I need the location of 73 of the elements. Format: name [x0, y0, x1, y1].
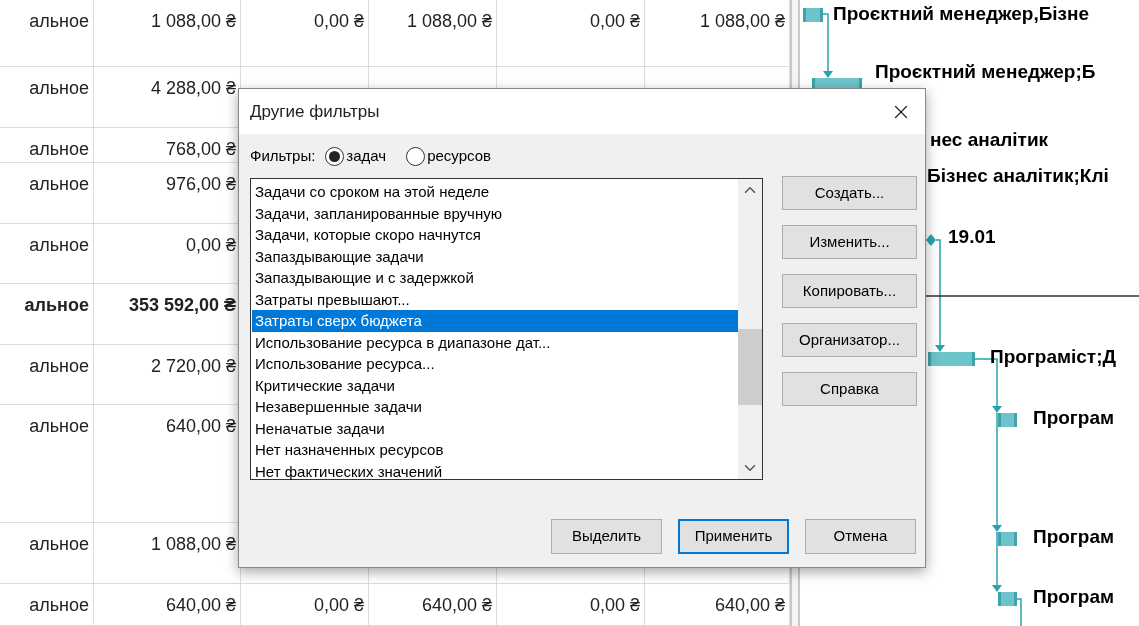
dialog-button[interactable]: Отмена [805, 519, 916, 554]
filter-item[interactable]: Использование ресурса... [252, 353, 738, 375]
table-cell-text: 1 088,00 ₴ [699, 10, 785, 33]
task-label: Бізнес аналітик;Клі [927, 164, 1109, 188]
filter-item[interactable]: Нет назначенных ресурсов [252, 439, 738, 461]
table-cell-text: альное [29, 10, 89, 33]
table-cell-text: альное [29, 415, 89, 438]
table-cell-text: альное [29, 173, 89, 196]
table-cell-text: альное [29, 77, 89, 100]
filter-item[interactable]: Запаздывающие и с задержкой [252, 267, 738, 289]
task-label: Проєктний менеджер;Б [875, 60, 1096, 84]
dialog-button[interactable]: Применить [678, 519, 789, 554]
table-cell-text: 1 088,00 ₴ [406, 10, 492, 33]
table-cell-text: 0,00 ₴ [313, 594, 364, 617]
table-cell-text: альное [29, 533, 89, 556]
filter-item[interactable]: Задачи, которые скоро начнутся [252, 224, 738, 246]
table-cell-text: 640,00 ₴ [165, 415, 236, 438]
task-bar [998, 413, 1017, 427]
table-cell-text: альное [29, 355, 89, 378]
task-bar [998, 592, 1017, 606]
table-cell-text: 0,00 ₴ [313, 10, 364, 33]
task-label: Програм [1033, 525, 1114, 549]
filter-item[interactable]: Задачи, запланированные вручную [252, 202, 738, 224]
table-cell-text: 2 720,00 ₴ [150, 355, 236, 378]
table-cell-text: 1 088,00 ₴ [150, 533, 236, 556]
task-label: нес аналітик [930, 128, 1049, 152]
task-bar [928, 352, 975, 366]
task-label: Програм [1033, 585, 1114, 609]
dialog-title: Другие фильтры [250, 100, 380, 123]
table-cell-text: альное [29, 594, 89, 617]
table-cell-text: 0,00 ₴ [589, 10, 640, 33]
table-cell-text: 0,00 ₴ [589, 594, 640, 617]
filter-item[interactable]: Использование ресурса в диапазоне дат... [252, 331, 738, 353]
table-cell-text: альное [29, 234, 89, 257]
table-cell-text: альное [24, 294, 89, 317]
connector-arrow [822, 13, 833, 78]
scrollbar[interactable] [738, 179, 762, 479]
dialog-button[interactable]: Выделить [551, 519, 662, 554]
task-label: Проєктний менеджер,Бізне [833, 2, 1090, 26]
table-cell-text: 1 088,00 ₴ [150, 10, 236, 33]
filter-item[interactable]: Нет фактических значений [252, 460, 738, 482]
filter-item[interactable]: Незавершенные задачи [252, 396, 738, 418]
dialog-button[interactable]: Изменить... [782, 225, 917, 259]
task-bar [803, 8, 823, 22]
task-label: Програміст;Д [990, 345, 1117, 369]
filter-item[interactable]: Критические задачи [252, 374, 738, 396]
task-bar [998, 532, 1017, 546]
connector-line [1016, 598, 1022, 626]
filter-item[interactable]: Неначатые задачи [252, 417, 738, 439]
table-cell-text: 353 592,00 ₴ [128, 294, 236, 317]
table-cell-text: 640,00 ₴ [714, 594, 785, 617]
filter-item[interactable]: Запаздывающие задачи [252, 245, 738, 267]
scroll-thumb[interactable] [738, 329, 762, 405]
filter-type-radio[interactable]: ресурсов [406, 144, 491, 168]
table-cell-text: 4 288,00 ₴ [150, 77, 236, 100]
table-cell-text: 976,00 ₴ [165, 173, 236, 196]
table-cell-text: 768,00 ₴ [165, 138, 236, 161]
filter-item[interactable]: Задачи со сроком на этой неделе [252, 181, 738, 203]
task-label: 19.01 [948, 225, 996, 249]
table-cell-text: 640,00 ₴ [421, 594, 492, 617]
filters-label: Фильтры: [250, 145, 316, 166]
task-label: Програм [1033, 406, 1114, 430]
table-cell-text: 0,00 ₴ [185, 234, 236, 257]
dialog-button[interactable]: Справка [782, 372, 917, 406]
dialog-button[interactable]: Организатор... [782, 323, 917, 357]
filter-item[interactable]: Затраты превышают... [252, 288, 738, 310]
filter-type-radio[interactable]: задач [325, 144, 387, 168]
table-cell-text: альное [29, 138, 89, 161]
dialog-button[interactable]: Создать... [782, 176, 917, 210]
filters-list[interactable] [250, 178, 763, 480]
dialog-button[interactable]: Копировать... [782, 274, 917, 308]
table-cell-text: 640,00 ₴ [165, 594, 236, 617]
filter-item[interactable]: Затраты сверх бюджета [252, 310, 738, 332]
